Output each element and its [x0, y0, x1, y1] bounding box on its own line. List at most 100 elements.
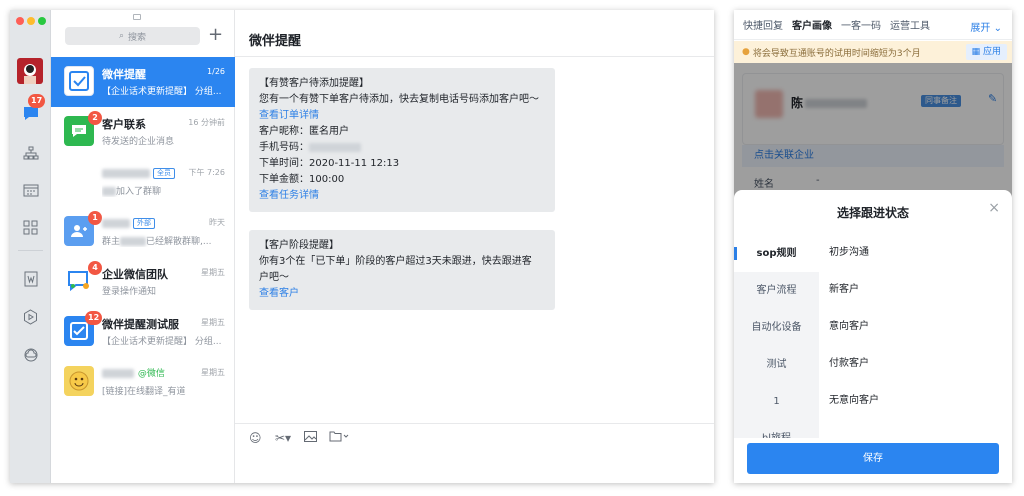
scope-tag: 外部: [133, 217, 155, 229]
sheet-title: 选择跟进状态: [836, 206, 909, 220]
workbench-icon[interactable]: [20, 217, 41, 238]
category-automation-device[interactable]: 自动化设备: [734, 309, 819, 346]
order-time: 下单时间：2020-11-11 12:13: [259, 158, 400, 169]
conversation-time: 1/26: [207, 67, 225, 76]
message-body: 户吧～: [259, 272, 289, 283]
conversation-item[interactable]: 微伴提醒 1/26 【企业话术更新提醒】 分组...: [51, 57, 235, 107]
category-test[interactable]: 测试: [734, 346, 819, 383]
conversation-time: 星期五: [201, 268, 225, 277]
conversation-item[interactable]: 4 企业微信团队 星期五 登录操作通知: [51, 257, 235, 307]
group-avatar: [64, 166, 94, 196]
close-icon[interactable]: ×: [988, 200, 1000, 216]
tab-operation-tools[interactable]: 运营工具: [890, 17, 930, 32]
redacted-text: [309, 142, 361, 152]
option-new-customer[interactable]: 新客户: [829, 280, 859, 295]
chevron-down-icon: ⌄: [993, 23, 1002, 34]
conversation-preview: 【企业话术更新提醒】 分组...: [102, 87, 222, 97]
tab-quick-reply[interactable]: 快捷回复: [743, 17, 783, 32]
divider: [235, 423, 714, 424]
option-no-intent-customer[interactable]: 无意向客户: [829, 391, 879, 406]
chat-pane: 微伴提醒 【有赞客户待添加提醒】 您有一个有赞下单客户待添加，快去复制电话号码添…: [235, 10, 714, 483]
search-input[interactable]: ⌕ 搜索: [65, 27, 200, 45]
document-icon[interactable]: [20, 268, 41, 289]
conversation-time: 下午 7:26: [188, 168, 225, 177]
messages-icon[interactable]: 17: [20, 94, 46, 123]
calendar-icon[interactable]: [20, 179, 41, 200]
message-body: 你有3个在「已下单」阶段的客户超过3天未跟进，快去跟进客: [259, 256, 532, 267]
unread-badge: 12: [85, 311, 103, 325]
emoji-icon[interactable]: ☺: [249, 431, 262, 445]
customer-nickname: 客户昵称：匿名用户: [259, 126, 349, 137]
option-intent-customer[interactable]: 意向客户: [829, 317, 869, 332]
phone-number: 手机号码：: [259, 140, 545, 156]
conversation-time: 星期五: [201, 368, 225, 377]
conversation-item[interactable]: @微信 星期五 [链接]在线翻译_有道: [51, 357, 235, 407]
follow-status-sheet: 选择跟进状态 × sop规则 客户流程 自动化设备 测试 1 hl旅程 初步沟通…: [734, 190, 1012, 483]
message-bubble: 【客户阶段提醒】 你有3个在「已下单」阶段的客户超过3天未跟进，快去跟进客 户吧…: [249, 230, 555, 310]
window-zoom-dot[interactable]: [38, 17, 46, 25]
conversation-preview: 【企业话术更新提醒】 分组...: [102, 337, 222, 347]
message-bubble: 【有赞客户待添加提醒】 您有一个有赞下单客户待添加，快去复制电话号码添加客户吧～…: [249, 68, 555, 212]
window-icon: [133, 14, 141, 20]
user-avatar[interactable]: [17, 58, 43, 84]
view-order-link[interactable]: 查看订单详情: [259, 108, 545, 124]
conversation-name: 全员: [102, 166, 175, 179]
scissors-icon[interactable]: ✂▾: [275, 431, 291, 445]
main-window: 17 ⌕ 搜索 + 微伴提醒 1/26 【企业话术更新提醒】 分组... 2 客…: [10, 10, 714, 483]
view-customer-link[interactable]: 查看客户: [259, 286, 545, 302]
apply-button[interactable]: ▦ 应用: [965, 44, 1007, 60]
notice-text: 将会导致互通账号的试用时间缩短为3个月: [752, 48, 921, 59]
tab-customer-profile[interactable]: 客户画像: [792, 17, 832, 32]
view-task-link[interactable]: 查看任务详情: [259, 188, 545, 204]
category-sop-rule[interactable]: sop规则: [734, 235, 819, 272]
cloud-icon[interactable]: [20, 344, 41, 365]
category-hl-journey[interactable]: hl旅程: [734, 420, 819, 438]
category-customer-flow[interactable]: 客户流程: [734, 272, 819, 309]
redacted-text: [102, 218, 130, 228]
folder-icon[interactable]: [329, 431, 349, 445]
expand-button[interactable]: 展开 ⌄: [970, 19, 1002, 34]
conversation-name: 客户联系: [102, 118, 146, 131]
window-close-dot[interactable]: [16, 17, 24, 25]
conversation-preview: [链接]在线翻译_有道: [102, 387, 186, 397]
conversation-name: 企业微信团队: [102, 268, 168, 281]
unread-badge: 1: [88, 211, 102, 225]
option-paid-customer[interactable]: 付款客户: [829, 354, 869, 369]
category-1[interactable]: 1: [734, 383, 819, 420]
side-panel: 快捷回复 客户画像 一客一码 运营工具 展开 ⌄ ● 将会导致互通账号的试用时间…: [734, 10, 1012, 483]
add-button[interactable]: +: [208, 23, 223, 47]
conversation-preview: 待发送的企业消息: [102, 137, 175, 147]
conversation-name: 外部: [102, 216, 155, 229]
conversation-preview: 群主 已经解散群聊,...: [102, 237, 212, 247]
conversation-item[interactable]: 全员 下午 7:26 加入了群聊: [51, 157, 235, 207]
tab-one-customer-one-code[interactable]: 一客一码: [841, 17, 881, 32]
scope-tag: 全员: [153, 167, 175, 179]
conversation-preview: 加入了群聊: [102, 184, 227, 197]
chat-title: 微伴提醒: [249, 34, 302, 49]
redacted-text: [102, 168, 150, 178]
category-column: sop规则 客户流程 自动化设备 测试 1 hl旅程: [734, 235, 819, 438]
image-icon[interactable]: [304, 431, 317, 445]
conversation-name: 微伴提醒测试服: [102, 318, 179, 331]
warning-icon: ●: [742, 47, 750, 57]
save-button[interactable]: 保存: [747, 443, 999, 474]
conversation-item[interactable]: 1 外部 昨天 群主 已经解散群聊,...: [51, 207, 235, 257]
conversation-item[interactable]: 12 微伴提醒测试服 星期五 【企业话术更新提醒】 分组...: [51, 307, 235, 357]
rail-divider: [18, 250, 43, 251]
unread-badge: 4: [88, 261, 102, 275]
conversation-item[interactable]: 2 客户联系 16 分钟前 待发送的企业消息: [51, 107, 235, 157]
nav-rail: 17: [10, 10, 51, 483]
order-amount: 下单金额：100:00: [259, 174, 345, 185]
hexagon-play-icon[interactable]: [20, 306, 41, 327]
window-minimize-dot[interactable]: [27, 17, 35, 25]
org-chart-icon[interactable]: [20, 142, 41, 163]
smiley-avatar: [64, 366, 94, 396]
search-icon: ⌕: [118, 31, 125, 41]
conversation-name: 微伴提醒: [102, 68, 146, 81]
option-initial-contact[interactable]: 初步沟通: [829, 243, 869, 258]
message-body: 您有一个有赞下单客户待添加，快去复制电话号码添加客户吧～: [259, 94, 539, 105]
conversation-time: 星期五: [201, 318, 225, 327]
message-title: 【客户阶段提醒】: [259, 240, 339, 251]
conversation-time: 昨天: [209, 218, 225, 227]
unread-badge: 2: [88, 111, 102, 125]
